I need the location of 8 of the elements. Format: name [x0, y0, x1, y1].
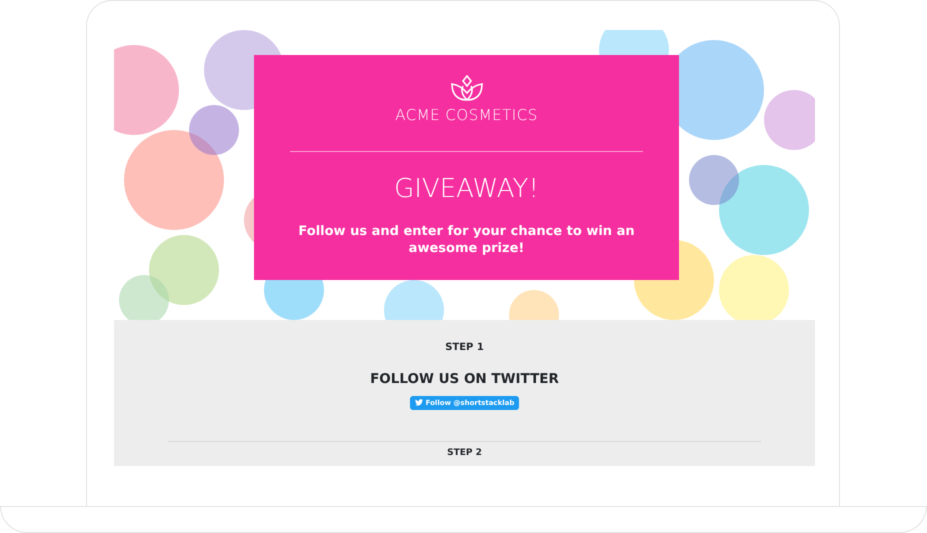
brand-name: ACME COSMETICS	[394, 105, 539, 126]
step-heading: FOLLOW US ON TWITTER	[369, 370, 560, 389]
bird-icon	[414, 399, 423, 406]
giveaway-title: GIVEAWAY!	[393, 172, 540, 206]
step-label: STEP 2	[446, 447, 483, 460]
step-label: STEP 1	[444, 341, 485, 355]
subtitle-text: Follow us and enter for your chance to win an awesome prize!	[297, 222, 636, 258]
lotus-logo-icon	[450, 75, 484, 102]
